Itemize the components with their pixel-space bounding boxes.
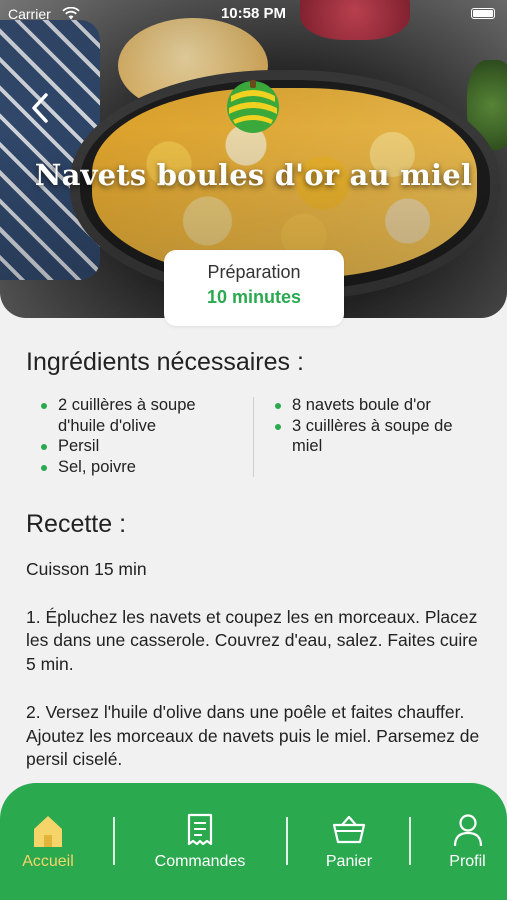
receipt-icon [187, 813, 213, 846]
chevron-left-icon [32, 93, 48, 123]
preparation-card: Préparation 10 minutes [164, 250, 344, 326]
user-icon [453, 814, 482, 847]
tab-label: Accueil [22, 853, 74, 870]
tab-label: Panier [325, 853, 373, 870]
recipe-title: Navets boules d'or au miel [34, 158, 473, 192]
ingredient-item: Sel, poivre [36, 457, 236, 478]
ingredient-item: 3 cuillères à soupe de miel [270, 416, 470, 457]
tab-panier[interactable]: Panier [300, 783, 398, 900]
battery-icon [471, 8, 495, 19]
ingredient-item: 2 cuillères à soupe d'huile d'olive [36, 395, 236, 436]
status-bar: Carrier 10:58 PM [0, 0, 507, 28]
ingredients-heading: Ingrédients nécessaires : [26, 348, 304, 376]
tab-bar: Accueil Commandes Panier Profil [0, 783, 507, 900]
tab-separator [286, 817, 288, 865]
tab-profil[interactable]: Profil [428, 783, 507, 900]
tab-separator [113, 817, 115, 865]
status-time: 10:58 PM [220, 5, 287, 22]
ingredients-list: 2 cuillères à soupe d'huile d'olive Pers… [36, 395, 486, 483]
back-button[interactable] [26, 90, 56, 126]
ingredients-column-left: 2 cuillères à soupe d'huile d'olive Pers… [36, 395, 236, 477]
tab-separator [409, 817, 411, 865]
tab-label: Profil [449, 853, 486, 870]
ingredients-column-right: 8 navets boule d'or 3 cuillères à soupe … [270, 395, 470, 457]
tab-label: Commandes [154, 853, 246, 870]
recipe-heading: Recette : [26, 510, 127, 538]
column-divider [253, 397, 254, 477]
tab-accueil[interactable]: Accueil [0, 783, 96, 900]
preparation-value: 10 minutes [206, 287, 302, 307]
recipe-instructions: Cuisson 15 min 1. Épluchez les navets et… [26, 559, 480, 770]
ingredient-item: Persil [36, 436, 236, 457]
app-logo [226, 80, 280, 134]
basket-icon [332, 815, 366, 844]
preparation-label: Préparation [207, 262, 301, 282]
tab-commandes[interactable]: Commandes [130, 783, 270, 900]
ingredient-item: 8 navets boule d'or [270, 395, 470, 416]
home-icon [34, 816, 62, 847]
